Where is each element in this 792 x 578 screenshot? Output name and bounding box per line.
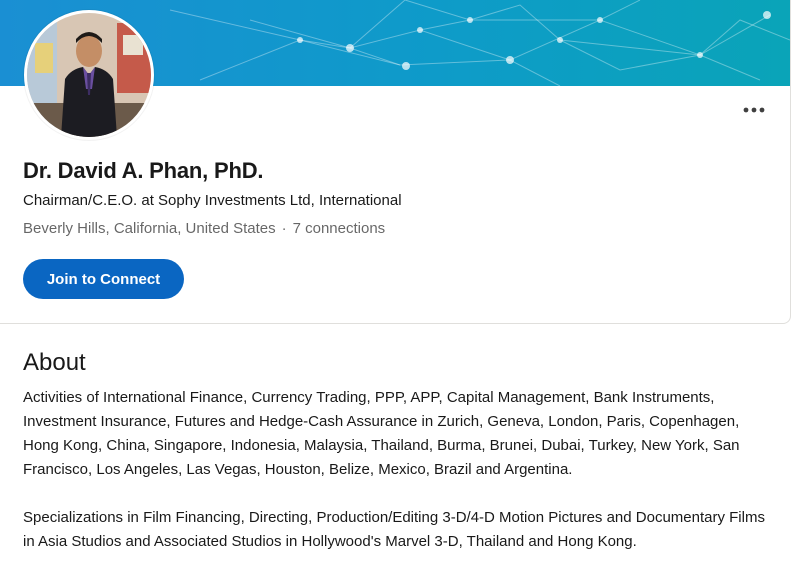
profile-headline: Chairman/C.E.O. at Sophy Investments Ltd… xyxy=(23,192,402,209)
meta-separator: · xyxy=(281,220,287,237)
profile-name: Dr. David A. Phan, PhD. xyxy=(23,158,264,183)
about-title: About xyxy=(23,349,86,376)
avatar[interactable] xyxy=(24,10,154,140)
join-to-connect-button[interactable]: Join to Connect xyxy=(23,259,184,299)
profile-location: Beverly Hills, California, United States xyxy=(23,220,276,237)
profile-connections[interactable]: 7 connections xyxy=(293,220,386,237)
profile-meta: Beverly Hills, California, United States… xyxy=(23,220,385,237)
about-paragraph: Activities of International Finance, Cur… xyxy=(23,389,740,478)
more-options-button[interactable] xyxy=(740,96,768,124)
more-horizontal-icon xyxy=(743,107,765,113)
about-paragraph: Specializations in Film Financing, Direc… xyxy=(23,509,765,550)
profile-photo xyxy=(27,13,151,137)
profile-card: Dr. David A. Phan, PhD. Chairman/C.E.O. … xyxy=(0,0,791,324)
about-text: Activities of International Finance, Cur… xyxy=(23,386,775,578)
